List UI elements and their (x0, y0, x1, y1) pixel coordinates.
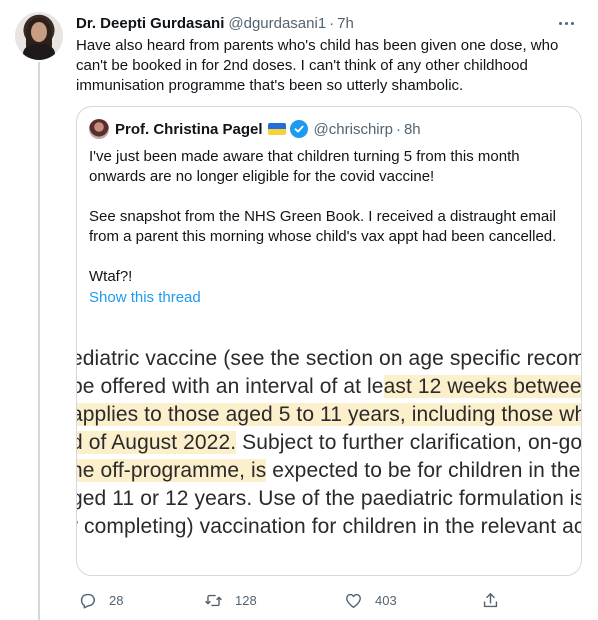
snapshot-line: ediatric vaccine (see the section on age… (77, 347, 582, 370)
tweet-text: Have also heard from parents who's child… (76, 36, 566, 96)
tweet-text-line: Have also heard from parents who's child… (76, 37, 559, 54)
share-button[interactable] (481, 588, 500, 612)
reply-icon (80, 593, 95, 608)
tweet-text-line: immunisation programme that's been so ut… (76, 77, 464, 94)
author-name[interactable]: Dr. Deepti Gurdasani (76, 15, 224, 32)
ukraine-flag-icon (267, 123, 286, 135)
verified-badge-icon (289, 120, 308, 138)
snapshot-line: ne off-programme, is expected to be for … (77, 457, 581, 485)
more-options-icon[interactable] (554, 12, 578, 34)
heart-icon (346, 593, 361, 608)
quoted-author-name: Prof. Christina Pagel (115, 120, 263, 138)
quoted-text-line: See snapshot from the NHS Green Book. I … (89, 208, 556, 225)
quoted-author-handle: @chrischirp (313, 120, 393, 138)
separator-dot: · (329, 14, 335, 32)
snapshot-line: ged 11 or 12 years. Use of the paediatri… (77, 487, 582, 510)
quoted-paragraph: Wtaf?! (89, 267, 569, 287)
snapshot-line: be offered with an interval of at least … (77, 373, 581, 401)
author-handle[interactable]: @dgurdasani1 (228, 15, 326, 32)
quoted-tweet-header: Prof. Christina Pagel @chrischirp · 8h (89, 119, 421, 139)
quoted-tweet-text: I've just been made aware that children … (89, 147, 569, 287)
quoted-text-line: onwards are no longer eligible for the c… (89, 168, 435, 185)
reply-count: 28 (109, 592, 124, 608)
tweet-timestamp[interactable]: 7h (337, 15, 354, 32)
avatar-face (31, 22, 47, 42)
quoted-text-line: I've just been made aware that children … (89, 148, 520, 165)
attached-document-image[interactable]: ediatric vaccine (see the section on age… (77, 333, 582, 575)
tweet-actions-bar: 28 128 403 (76, 588, 516, 612)
retweet-count: 128 (235, 592, 257, 608)
tweet-text-line: can't be booked in for 2nd doses. I can'… (76, 57, 528, 74)
quoted-tweet-timestamp: 8h (403, 120, 421, 138)
reply-button[interactable]: 28 (78, 588, 123, 612)
retweet-icon (205, 594, 222, 606)
snapshot-line: applies to those aged 5 to 11 years, inc… (77, 401, 581, 429)
retweet-button[interactable]: 128 (204, 588, 257, 612)
separator-dot: · (395, 120, 401, 138)
quoted-paragraph: See snapshot from the NHS Green Book. I … (89, 207, 569, 247)
avatar[interactable] (15, 12, 63, 60)
quoted-tweet-card[interactable]: Prof. Christina Pagel @chrischirp · 8h I… (76, 106, 582, 576)
quoted-paragraph: I've just been made aware that children … (89, 147, 569, 187)
quoted-text-line: Wtaf?! (89, 268, 133, 285)
avatar-body (23, 44, 55, 60)
quoted-author-avatar (89, 119, 109, 139)
quoted-text-line: from a parent this morning whose child's… (89, 228, 557, 245)
show-thread-link[interactable]: Show this thread (89, 289, 201, 306)
snapshot-line: d of August 2022. Subject to further cla… (77, 429, 581, 457)
snapshot-line: r completing) vaccination for children i… (77, 515, 582, 538)
share-icon (483, 592, 498, 607)
like-button[interactable]: 403 (344, 588, 397, 612)
like-count: 403 (375, 592, 397, 608)
tweet-header: Dr. Deepti Gurdasani @dgurdasani1 · 7h (76, 12, 582, 34)
thread-connector-line (38, 62, 40, 620)
